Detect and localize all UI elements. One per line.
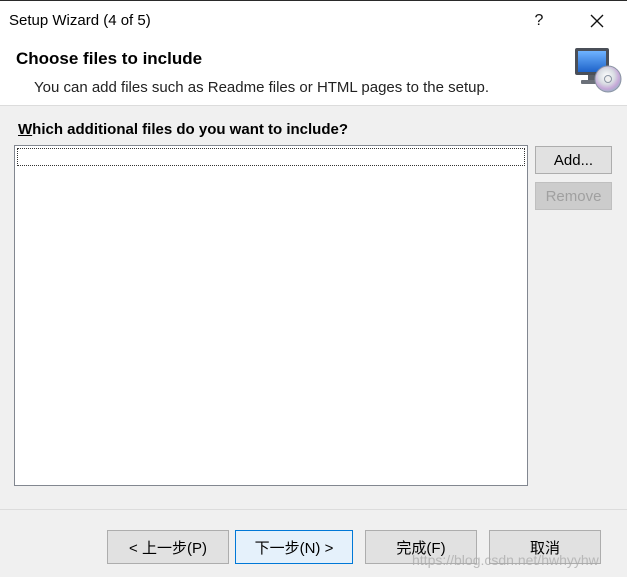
focus-row[interactable] <box>17 148 525 166</box>
page-title: Choose files to include <box>16 49 203 68</box>
next-button[interactable]: 下一步(N) > <box>235 530 353 564</box>
wizard-header: Choose files to include You can add file… <box>0 41 627 105</box>
remove-button[interactable]: Remove <box>535 182 612 210</box>
footer-divider <box>0 509 627 510</box>
finish-button[interactable]: 完成(F) <box>365 530 477 564</box>
close-button[interactable] <box>574 1 620 41</box>
add-button[interactable]: Add... <box>535 146 612 174</box>
files-listbox[interactable] <box>14 145 528 486</box>
back-button[interactable]: < 上一步(P) <box>107 530 229 564</box>
help-button[interactable]: ? <box>516 1 562 41</box>
close-icon <box>590 14 604 28</box>
label-text: hich additional files do you want to inc… <box>32 121 349 138</box>
page-subtitle: You can add files such as Readme files o… <box>34 79 489 96</box>
files-list-label: Which additional files do you want to in… <box>18 121 348 138</box>
window-title: Setup Wizard (4 of 5) <box>9 12 151 29</box>
setup-wizard-dialog: Setup Wizard (4 of 5) ? Choose files to … <box>0 0 627 577</box>
label-mnemonic: W <box>18 121 33 138</box>
cancel-button[interactable]: 取消 <box>489 530 601 564</box>
title-bar: Setup Wizard (4 of 5) ? <box>0 1 627 41</box>
header-divider <box>0 105 627 106</box>
computer-with-cd-icon <box>575 48 622 93</box>
